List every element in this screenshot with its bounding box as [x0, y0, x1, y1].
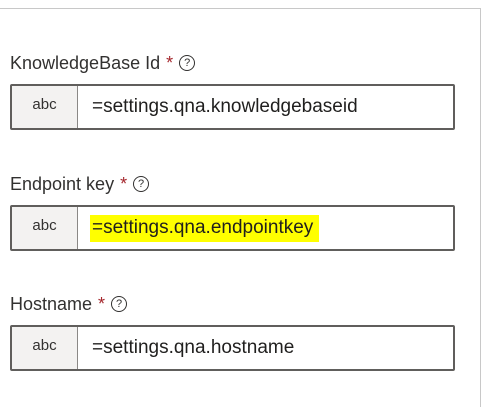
field-knowledgebase-id: KnowledgeBase Id * ? abc =settings.qna.k…: [10, 51, 455, 130]
field-label-row: KnowledgeBase Id * ?: [10, 51, 455, 75]
field-label-row: Hostname * ?: [10, 292, 455, 316]
input-value[interactable]: =settings.qna.endpointkey: [78, 207, 453, 249]
panel-top-divider: [0, 8, 480, 9]
knowledgebase-id-input[interactable]: abc =settings.qna.knowledgebaseid: [10, 84, 455, 130]
required-marker: *: [166, 52, 174, 73]
field-endpoint-key: Endpoint key * ? abc =settings.qna.endpo…: [10, 172, 455, 251]
help-icon[interactable]: ?: [133, 176, 150, 192]
field-label: Endpoint key: [10, 173, 115, 194]
field-label: KnowledgeBase Id: [10, 52, 161, 73]
value-text: =settings.qna.knowledgebaseid: [92, 95, 358, 117]
required-marker: *: [120, 173, 128, 194]
help-icon[interactable]: ?: [111, 296, 128, 312]
endpoint-key-input[interactable]: abc =settings.qna.endpointkey: [10, 205, 455, 251]
value-text-highlighted: =settings.qna.endpointkey: [90, 214, 320, 242]
required-marker: *: [98, 293, 106, 314]
type-badge[interactable]: abc: [12, 86, 78, 128]
type-badge[interactable]: abc: [12, 327, 78, 369]
panel-right-divider: [480, 8, 481, 407]
help-icon[interactable]: ?: [179, 55, 196, 71]
properties-panel: KnowledgeBase Id * ? abc =settings.qna.k…: [0, 0, 484, 407]
input-value[interactable]: =settings.qna.hostname: [78, 327, 453, 369]
hostname-input[interactable]: abc =settings.qna.hostname: [10, 325, 455, 371]
input-value[interactable]: =settings.qna.knowledgebaseid: [78, 86, 453, 128]
value-text: =settings.qna.hostname: [92, 336, 295, 358]
field-hostname: Hostname * ? abc =settings.qna.hostname: [10, 292, 455, 371]
field-label-row: Endpoint key * ?: [10, 172, 455, 196]
field-label: Hostname: [10, 293, 93, 314]
type-badge[interactable]: abc: [12, 207, 78, 249]
